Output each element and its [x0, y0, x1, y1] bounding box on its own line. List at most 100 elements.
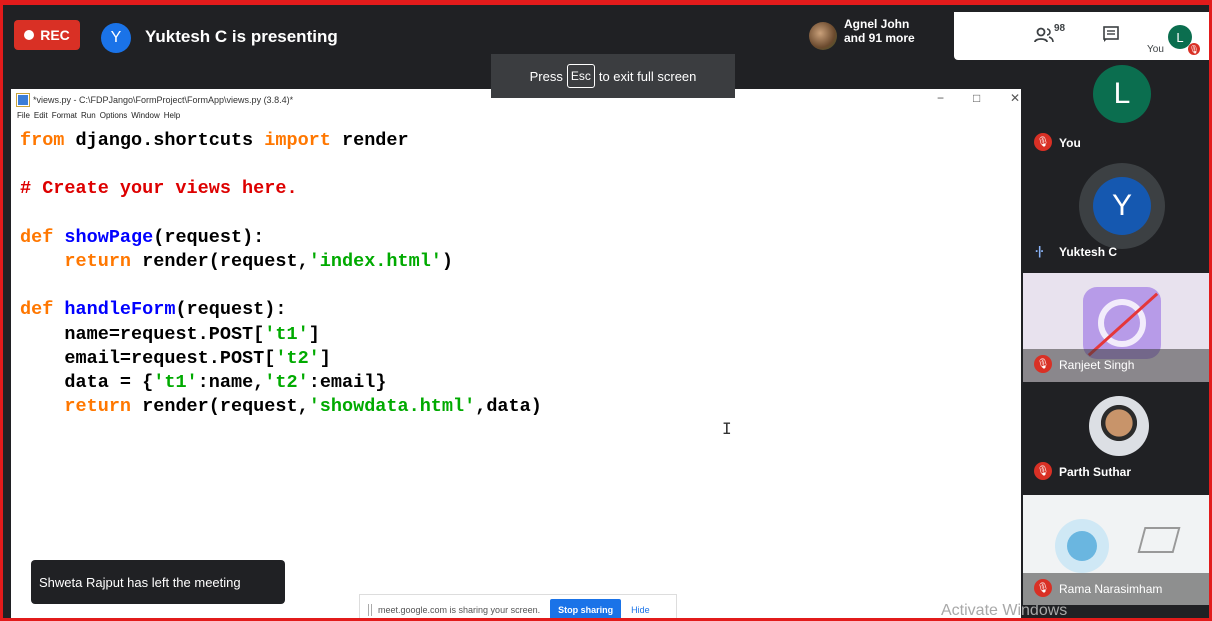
participant-name: Yuktesh C: [1059, 245, 1118, 259]
stop-sharing-button[interactable]: Stop sharing: [550, 599, 622, 618]
menu-window[interactable]: Window: [131, 111, 159, 125]
laptop-icon: [1137, 527, 1181, 553]
string: 't1': [264, 323, 309, 345]
code-text: (request):: [153, 226, 265, 248]
participant-avatar: L: [1093, 65, 1151, 123]
record-dot-icon: [24, 30, 35, 40]
chat-button[interactable]: [1102, 25, 1120, 46]
drag-handle-icon[interactable]: [368, 604, 372, 616]
participant-tile[interactable]: 🎙 Parth Suthar: [1023, 383, 1209, 492]
code-text: ]: [308, 323, 320, 345]
code-text: name=request.POST[: [64, 323, 265, 345]
keyword: def: [20, 226, 54, 248]
presenter-avatar: Y: [101, 23, 131, 53]
participants-panel: L 🎙 You Y ·|· Yuktesh C 🎙 Ranjeet Singh …: [1023, 63, 1209, 618]
keyword: import: [264, 130, 331, 151]
code-text: render(request,: [131, 396, 309, 418]
keyword: return: [64, 251, 132, 273]
participant-name: You: [1059, 136, 1081, 150]
chat-icon: [1103, 26, 1119, 42]
string: 'index.html': [308, 251, 442, 273]
code-line: data = {'t1':name,'t2':email}: [20, 371, 542, 395]
mic-off-icon: 🎙: [1188, 43, 1200, 55]
close-button[interactable]: ✕: [1010, 91, 1020, 105]
esc-key: Esc: [566, 64, 595, 88]
code-line: name=request.POST['t1']: [20, 323, 542, 347]
code-line: return render(request,'index.html'): [20, 250, 542, 274]
mic-off-icon: 🎙: [1034, 579, 1052, 597]
code-text: ,data): [475, 396, 542, 418]
participant-avatar: Y: [1093, 177, 1151, 235]
code-text: :email}: [308, 372, 387, 394]
fullscreen-exit-banner: Press Esc to exit full screen: [491, 54, 735, 98]
string: 't1': [153, 372, 198, 394]
participant-name: Ranjeet Singh: [1059, 358, 1135, 372]
people-icon: [1034, 27, 1054, 43]
speaking-indicator-icon: ·|·: [1035, 244, 1044, 258]
participant-count: 98: [1054, 23, 1066, 34]
participant-tile[interactable]: 🎙 Ranjeet Singh: [1023, 273, 1209, 382]
keyword: return: [64, 396, 132, 418]
code-text: data = {: [64, 372, 154, 394]
mic-off-icon: 🎙: [1034, 462, 1052, 480]
python-file-icon: [16, 93, 30, 107]
rec-label: REC: [40, 27, 70, 43]
menu-options[interactable]: Options: [100, 111, 128, 125]
presenting-text: Yuktesh C is presenting: [145, 27, 338, 46]
banner-text-after: to exit full screen: [598, 68, 697, 84]
keyword: from: [20, 130, 65, 151]
participant-photo: [1089, 396, 1149, 456]
code-text: render: [330, 130, 409, 151]
code-line: # Create your views here.: [20, 177, 542, 201]
code-line: from django.shortcuts import render: [20, 129, 542, 153]
code-editor[interactable]: from django.shortcuts import render # Cr…: [20, 129, 542, 419]
code-text: (request):: [175, 299, 287, 321]
participant-tile[interactable]: L 🎙 You: [1023, 63, 1209, 161]
menu-help[interactable]: Help: [164, 111, 180, 125]
menu-file[interactable]: File: [17, 111, 30, 125]
toast-text: Shweta Rajput has left the meeting: [39, 574, 241, 590]
recording-badge: REC: [14, 20, 80, 50]
text-cursor-icon: I: [722, 419, 732, 438]
code-text: email=request.POST[: [64, 347, 276, 369]
menu-format[interactable]: Format: [52, 111, 77, 125]
window-title: *views.py - C:\FDPJango\FormProject\Form…: [33, 95, 294, 105]
idle-editor-window: *views.py - C:\FDPJango\FormProject\Form…: [11, 89, 1021, 618]
function-name: handleForm: [64, 299, 176, 321]
code-text: :name,: [197, 372, 265, 394]
menu-run[interactable]: Run: [81, 111, 96, 125]
comment: # Create your views here.: [20, 178, 298, 200]
people-line-1: Agnel John: [844, 17, 910, 31]
maximize-button[interactable]: □: [973, 91, 980, 105]
code-text: ]: [319, 347, 331, 369]
code-text: render(request,: [131, 251, 309, 273]
participant-avatar: [1055, 519, 1109, 573]
participant-name: Parth Suthar: [1059, 465, 1132, 479]
minimize-button[interactable]: −: [937, 91, 944, 105]
banner-text-before: Press: [529, 68, 563, 84]
mic-off-icon: 🎙: [1034, 133, 1052, 151]
people-summary[interactable]: Agnel John and 91 more: [804, 16, 954, 56]
notification-toast: Shweta Rajput has left the meeting: [31, 560, 285, 604]
participant-tile[interactable]: Y ·|· Yuktesh C: [1023, 161, 1209, 271]
keyword: def: [20, 299, 54, 321]
people-button[interactable]: 98: [1034, 23, 1065, 47]
string: 'showdata.html': [308, 396, 476, 418]
hide-button[interactable]: Hide: [631, 605, 650, 615]
sharing-text: meet.google.com is sharing your screen.: [378, 605, 541, 615]
code-line: def showPage(request):: [20, 226, 542, 250]
function-name: showPage: [64, 226, 154, 248]
meet-controls: 98 You L 🎙: [954, 12, 1209, 60]
screen: REC Y Yuktesh C is presenting Agnel John…: [0, 0, 1212, 621]
string: 't2': [264, 372, 309, 394]
code-line: return render(request,'showdata.html',da…: [20, 395, 542, 419]
participant-tile[interactable]: 🎙 Rama Narasimham: [1023, 495, 1209, 605]
menu-edit[interactable]: Edit: [34, 111, 48, 125]
participant-thumbnail: [809, 22, 837, 50]
string: 't2': [275, 347, 320, 369]
code-text: ): [441, 251, 454, 273]
code-text: django.shortcuts: [64, 130, 265, 151]
